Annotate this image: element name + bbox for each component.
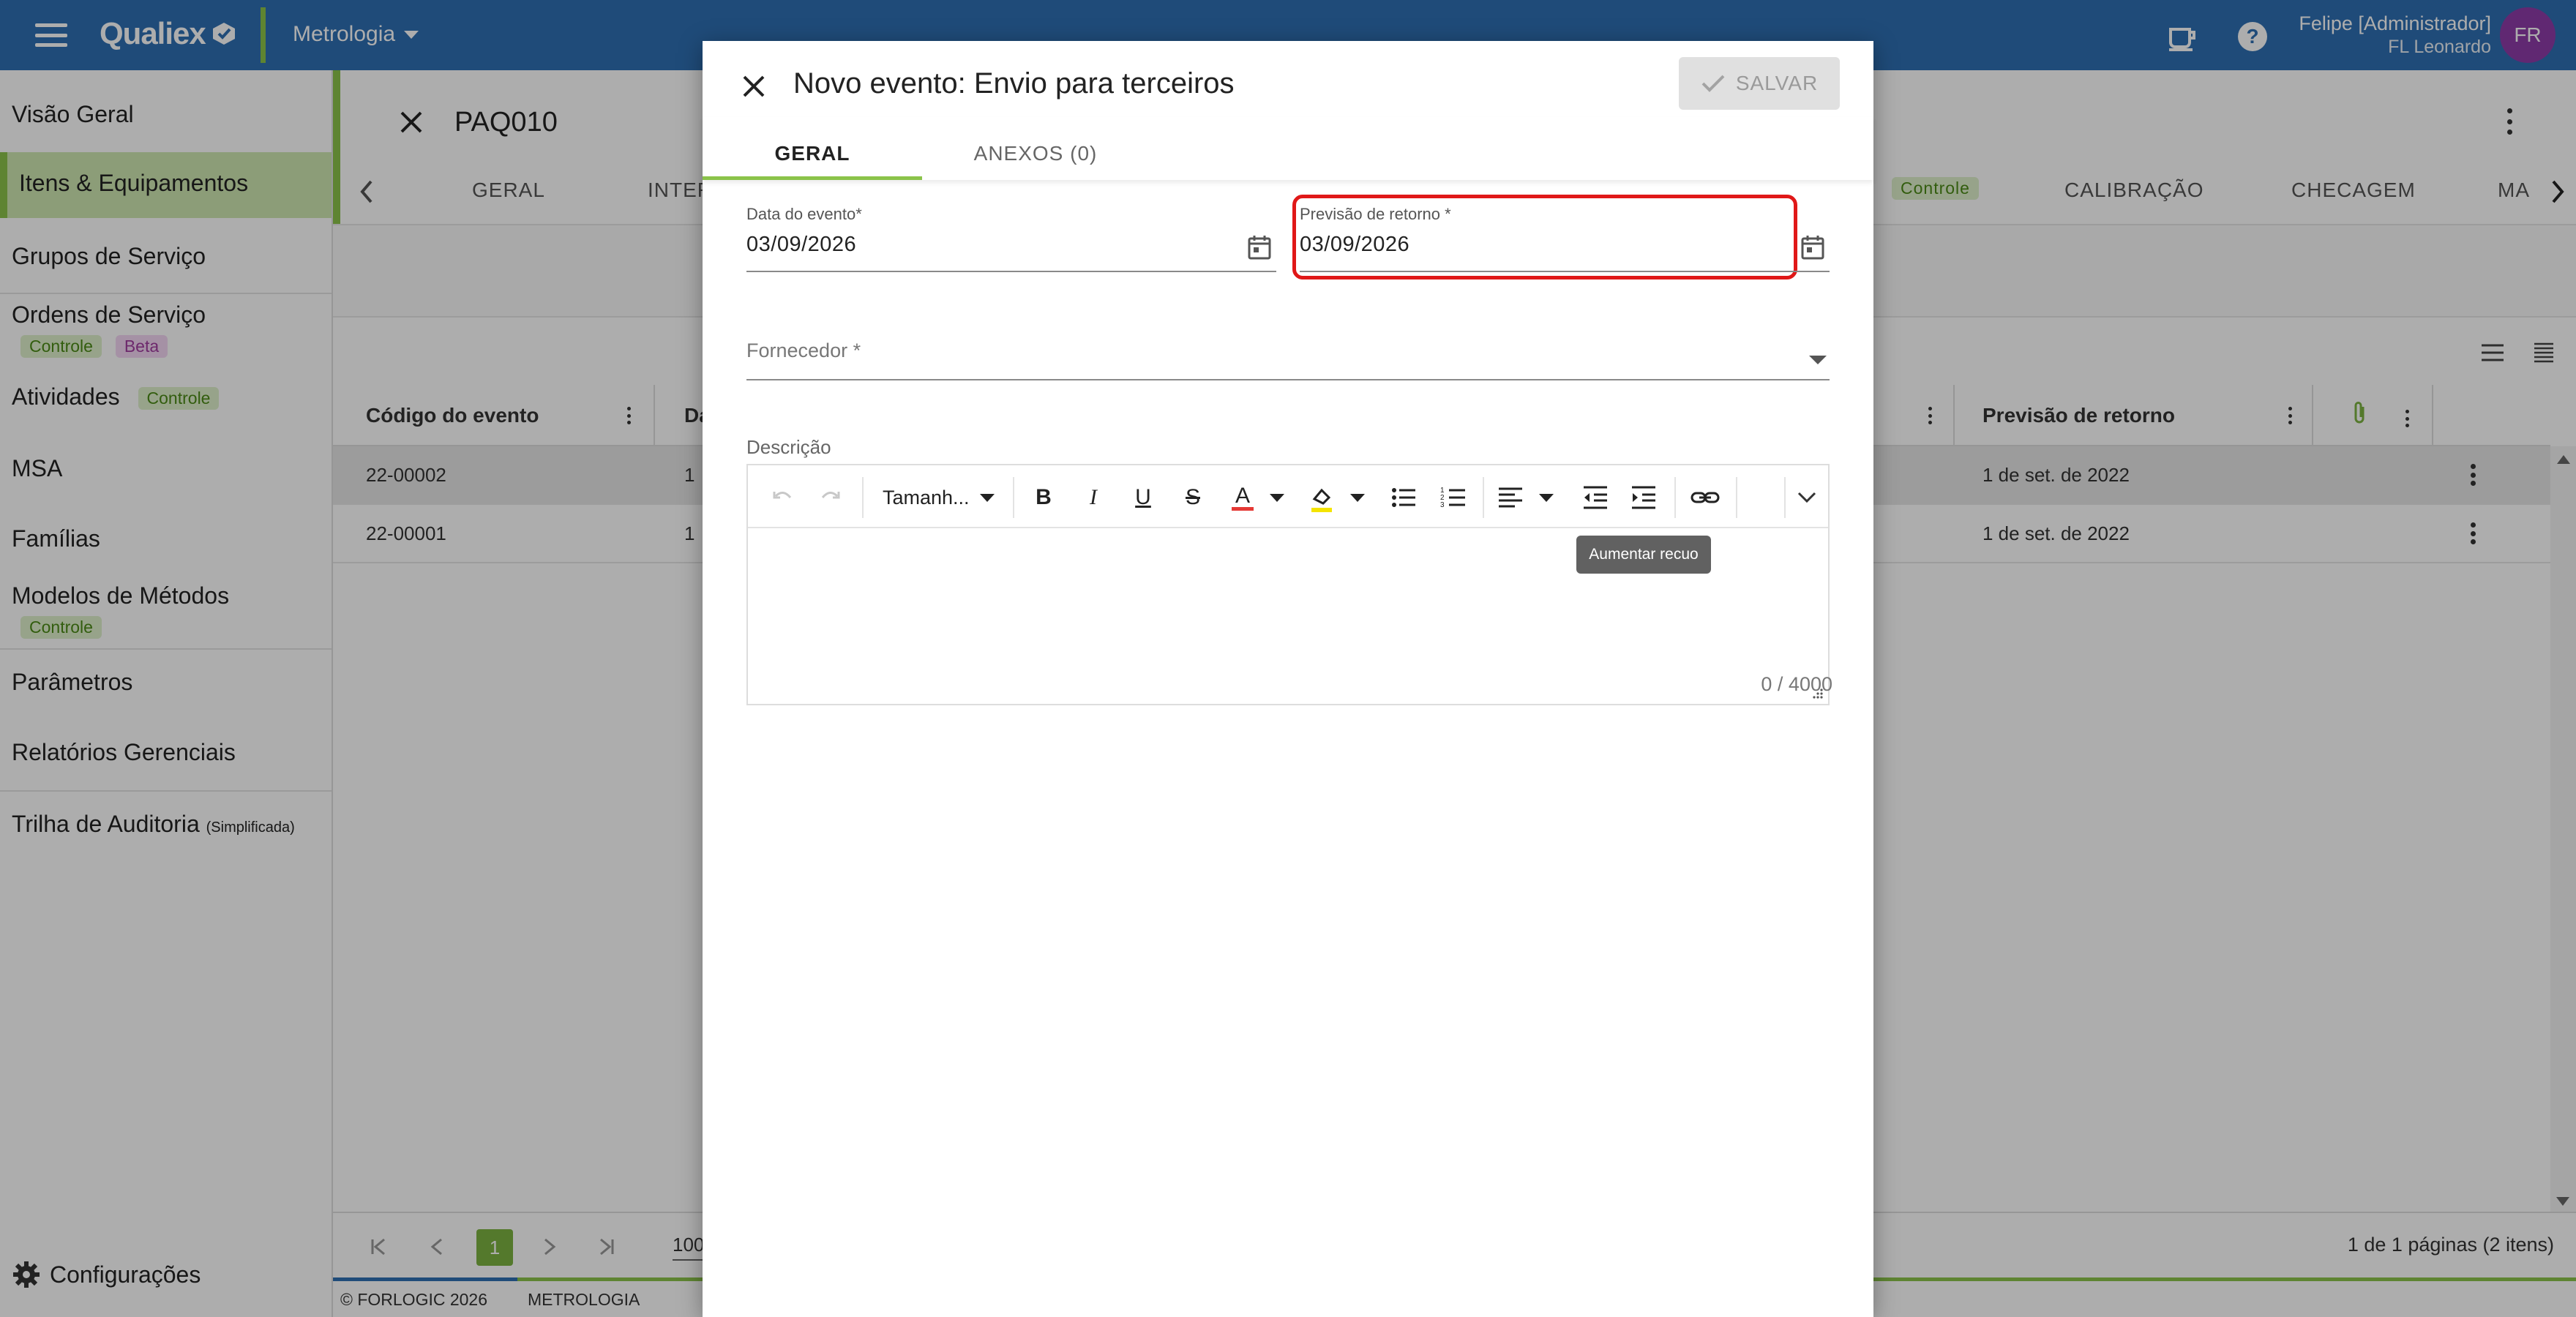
link-icon[interactable] [1689, 481, 1721, 514]
rich-text-editor: Tamanh... B I U S A 123 [746, 464, 1830, 705]
italic-icon[interactable]: I [1079, 481, 1108, 514]
save-label: SALVAR [1735, 72, 1819, 94]
return-date-underline [1300, 271, 1830, 272]
highlight-color-icon[interactable] [1307, 481, 1336, 514]
calendar-icon[interactable] [1800, 234, 1825, 260]
check-icon [1701, 75, 1725, 92]
font-size-label: Tamanh... [883, 486, 970, 509]
tab-anexos[interactable]: ANEXOS (0) [922, 130, 1149, 180]
calendar-icon[interactable] [1247, 234, 1272, 260]
font-color-dropdown[interactable] [1268, 481, 1287, 514]
align-left-icon[interactable] [1496, 481, 1525, 514]
indent-tooltip: Aumentar recuo [1576, 536, 1711, 574]
bullet-list-icon[interactable] [1389, 481, 1418, 514]
chevron-down-icon[interactable] [1809, 356, 1827, 364]
description-label: Descrição [746, 436, 831, 458]
undo-icon[interactable] [770, 481, 795, 514]
tab-geral[interactable]: GERAL [703, 130, 922, 180]
highlight-color-dropdown[interactable] [1348, 481, 1367, 514]
bold-icon[interactable]: B [1029, 481, 1058, 514]
event-date-underline [746, 271, 1276, 272]
chevron-down-icon [1270, 493, 1284, 502]
svg-text:3: 3 [1440, 501, 1445, 509]
decrease-indent-icon[interactable] [1581, 481, 1610, 514]
supplier-label: Fornecedor * [746, 339, 861, 361]
chevron-down-icon[interactable] [1794, 481, 1819, 514]
align-dropdown[interactable] [1537, 481, 1556, 514]
underline-icon[interactable]: U [1128, 481, 1158, 514]
chevron-down-icon [1350, 493, 1365, 502]
return-date-input[interactable]: 03/09/2026 [1300, 233, 1409, 257]
new-event-dialog: Novo evento: Envio para terceiros SALVAR… [703, 41, 1873, 1317]
dialog-tabs: GERAL ANEXOS (0) [703, 117, 1873, 180]
chevron-down-icon [1539, 493, 1554, 502]
dialog-title: Novo evento: Envio para terceiros [793, 67, 1235, 100]
increase-indent-icon[interactable] [1629, 481, 1658, 514]
save-button[interactable]: SALVAR [1679, 57, 1840, 110]
return-date-label: Previsão de retorno * [1300, 205, 1451, 223]
character-counter: 0 / 4000 [1761, 673, 1832, 695]
event-date-label: Data do evento* [746, 205, 862, 223]
supplier-select[interactable] [746, 379, 1830, 380]
close-icon[interactable] [741, 73, 767, 100]
font-color-icon[interactable]: A [1228, 481, 1257, 514]
strikethrough-icon[interactable]: S [1178, 481, 1208, 514]
event-date-input[interactable]: 03/09/2026 [746, 233, 856, 257]
redo-icon[interactable] [818, 481, 843, 514]
editor-toolbar: Tamanh... B I U S A 123 [748, 465, 1828, 528]
chevron-down-icon [979, 493, 995, 502]
numbered-list-icon[interactable]: 123 [1439, 481, 1468, 514]
font-size-dropdown[interactable]: Tamanh... [883, 481, 995, 514]
